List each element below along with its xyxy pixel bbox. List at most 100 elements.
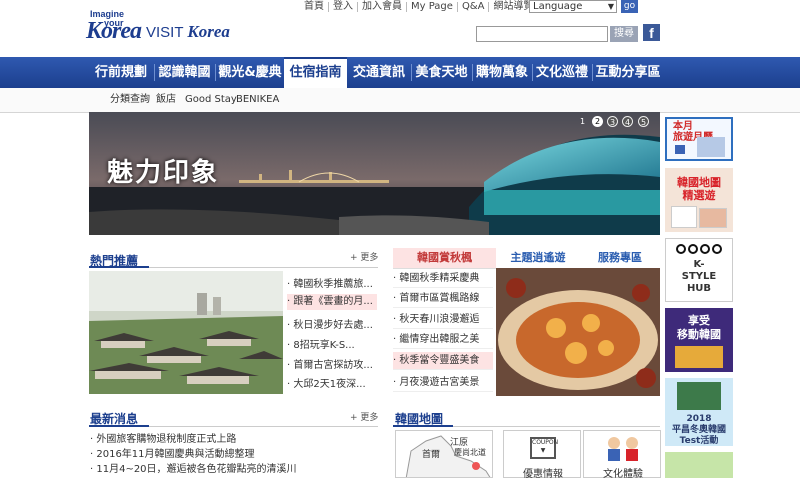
people-illustration	[675, 346, 723, 368]
bottom-right-banner[interactable]	[665, 452, 733, 478]
language-select[interactable]: Language ▼	[529, 0, 617, 13]
hot-item-label: 大邱2天1夜深...	[293, 379, 366, 390]
hot-item[interactable]: · 首爾古宮探訪攻...	[287, 358, 377, 374]
kstyle-line-3: HUB	[686, 283, 712, 294]
logo-visit-korea-text: Korea	[187, 22, 230, 41]
autumn-item-selected[interactable]: · 秋季當令豐盛美食	[393, 352, 493, 370]
hot-item-label: 首爾古宮探訪攻...	[293, 360, 373, 371]
nav-item-trip-planning[interactable]: 行前規劃	[89, 57, 153, 88]
news-item[interactable]: · 11月4~20日，邂逅被各色花瓣點亮的清溪川	[90, 462, 297, 477]
nav-item-transport[interactable]: 交通資訊	[347, 57, 411, 88]
hero-pager-3[interactable]: 3	[607, 116, 618, 127]
visit-korea-logo[interactable]: VISIT Korea	[146, 22, 230, 42]
autumn-item-label: 韓國秋季精采慶典	[399, 273, 480, 284]
plus-icon: +	[350, 413, 361, 423]
coupon-box[interactable]: COUPON ▼ 優惠情報	[503, 430, 581, 480]
culture-people-icon	[604, 435, 642, 461]
search-button[interactable]: 搜尋	[610, 26, 638, 42]
hero-pager-4[interactable]: 4	[622, 116, 633, 127]
map-label-seoul[interactable]: 首爾	[422, 447, 440, 460]
autumn-item[interactable]: · 首爾市區賞楓路線	[393, 290, 493, 308]
subnav-item-goodstay[interactable]: Good Stay	[185, 88, 237, 112]
search-input[interactable]	[476, 26, 608, 42]
nav-item-interactive[interactable]: 互動分享區	[593, 57, 663, 88]
util-link-home[interactable]: 首頁	[300, 2, 329, 12]
dots-icon	[676, 243, 722, 255]
nav-item-culture[interactable]: 文化巡禮	[533, 57, 591, 88]
autumn-item[interactable]: · 韓國秋季精采慶典	[393, 270, 493, 288]
language-go-button[interactable]: go	[621, 0, 638, 13]
hot-item[interactable]: · 大邱2天1夜深...	[287, 377, 377, 393]
hot-item[interactable]: · 韓國秋季推薦旅...	[287, 277, 377, 293]
subnav-item-benikea[interactable]: BENIKEA	[236, 88, 279, 112]
autumn-food-photo[interactable]	[496, 268, 660, 396]
autumn-item-label: 繼情穿出韓服之美	[399, 334, 480, 345]
util-link-join[interactable]: 加入會員	[358, 2, 407, 12]
hot-more-label: 更多	[360, 253, 379, 263]
map-pick-banner[interactable]: 韓國地圖 精選遊	[665, 168, 733, 232]
language-select-value: Language	[533, 1, 583, 12]
autumn-item-label: 首爾市區賞楓路線	[399, 293, 480, 304]
autumn-item-label: 秋天春川浪漫邂逅	[399, 314, 480, 325]
korea-logo[interactable]: Korea	[86, 18, 142, 45]
map-label-gyeongbuk[interactable]: 慶尚北道	[454, 447, 486, 458]
mobile-korea-banner[interactable]: 享受 移動韓國	[665, 308, 733, 372]
nav-item-shopping[interactable]: 購物萬象	[473, 57, 531, 88]
util-link-login[interactable]: 登入	[329, 2, 358, 12]
nav-item-about-korea[interactable]: 認識韓國	[155, 57, 214, 88]
autumn-item[interactable]: · 繼情穿出韓服之美	[393, 331, 493, 349]
tab-services[interactable]: 服務專區	[580, 248, 660, 268]
hero-pager-5[interactable]: 5	[638, 116, 649, 127]
autumn-item[interactable]: · 月夜漫遊古宮美景	[393, 374, 493, 392]
hero-pager-2[interactable]: 2	[592, 116, 603, 127]
seafood-dish-image	[496, 268, 660, 396]
map-section-divider	[453, 426, 660, 427]
pyeongchang-label: 2018 平昌冬奧韓國 Test活動	[671, 414, 726, 446]
subnav-item-hotel[interactable]: 飯店	[156, 88, 176, 112]
nav-item-sightseeing[interactable]: 觀光&慶典	[216, 57, 284, 88]
map-pick-label: 韓國地圖 精選遊	[677, 176, 721, 202]
kstyle-text: K- STYLE HUB	[666, 259, 732, 295]
news-item[interactable]: · 外國旅客購物退稅制度正式上路	[90, 432, 236, 447]
hot-item[interactable]: · 秋日漫步好去處...	[287, 318, 377, 334]
news-item-label: 外國旅客購物退稅制度正式上路	[96, 434, 237, 445]
news-more-label: 更多	[360, 413, 379, 423]
map-section-underline	[393, 425, 453, 427]
photo-card-icon	[699, 208, 727, 228]
hot-item-selected[interactable]: · 跟著《雲畫的月...	[287, 294, 377, 310]
city-skyline-icon	[697, 137, 725, 157]
autumn-item-label: 月夜漫遊古宮美景	[399, 377, 480, 388]
logo-korea-text: Korea	[86, 18, 142, 44]
logo-visit-text: VISIT	[146, 24, 184, 41]
hot-feature-photo[interactable]	[89, 271, 283, 394]
mobile-korea-label: 享受 移動韓國	[677, 314, 721, 341]
hero-banner[interactable]: 魅力印象 1 2 3 4 5	[89, 112, 660, 235]
util-link-mypage[interactable]: My Page	[407, 2, 458, 12]
calendar-icon	[675, 145, 685, 154]
kstyle-hub-banner[interactable]: K- STYLE HUB	[665, 238, 733, 302]
hot-item[interactable]: · 8招玩享K-S...	[287, 338, 377, 354]
nav-item-food[interactable]: 美食天地	[412, 57, 471, 88]
pyeongchang-banner[interactable]: 2018 平昌冬奧韓國 Test活動	[665, 378, 733, 446]
hot-item-label: 8招玩享K-S...	[293, 340, 355, 351]
hot-more-link[interactable]: + 更多	[350, 250, 378, 263]
facebook-icon[interactable]: f	[643, 24, 660, 41]
autumn-item-label: 秋季當令豐盛美食	[399, 355, 480, 366]
tab-theme-tours[interactable]: 主題逍遙遊	[496, 248, 580, 268]
tab-autumn[interactable]: 韓國賞秋楓	[393, 248, 496, 268]
nav-item-accommodation[interactable]: 住宿指南	[284, 57, 347, 88]
autumn-item[interactable]: · 秋天春川浪漫邂逅	[393, 311, 493, 329]
olympic-illustration	[677, 382, 721, 410]
util-link-qa[interactable]: Q&A	[458, 2, 490, 12]
news-item[interactable]: · 2016年11月韓國慶典與活動總整理	[90, 447, 255, 462]
korea-map[interactable]: 首爾 江原 慶尚北道	[395, 430, 493, 478]
hot-item-label: 秋日漫步好去處...	[293, 320, 373, 331]
news-more-link[interactable]: + 更多	[350, 410, 378, 423]
subnav-item-category[interactable]: 分類查詢	[110, 88, 150, 112]
plus-icon: +	[350, 253, 361, 263]
culture-box[interactable]: 文化體驗	[583, 430, 661, 480]
hero-title: 魅力印象	[107, 158, 220, 188]
hero-pager-1[interactable]: 1	[577, 116, 588, 127]
monthly-calendar-banner[interactable]: 本月 旅遊月曆	[665, 117, 733, 161]
coupon-icon: COUPON ▼	[530, 437, 558, 459]
